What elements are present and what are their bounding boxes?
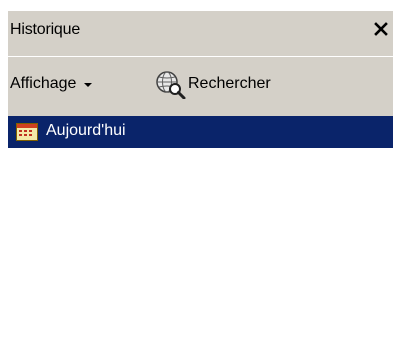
list-item-label: Aujourd'hui: [46, 122, 126, 139]
close-button[interactable]: [371, 19, 391, 39]
view-label: Affichage: [10, 75, 77, 92]
history-list: Aujourd'hui: [8, 116, 393, 148]
search-label: Rechercher: [188, 75, 271, 92]
panel-titlebar: Historique: [8, 10, 393, 56]
close-icon: [374, 22, 388, 36]
search-globe-icon: [156, 71, 186, 99]
panel-title: Historique: [10, 21, 81, 38]
dropdown-arrow-icon: [84, 83, 93, 87]
history-toolbar: Affichage Rechercher: [8, 56, 393, 116]
view-dropdown-button[interactable]: Affichage: [10, 75, 93, 93]
search-button[interactable]: Rechercher: [154, 69, 271, 99]
calendar-icon: [16, 123, 38, 141]
history-panel: Historique Affichage Rechercher Aujourd'…: [8, 10, 393, 148]
